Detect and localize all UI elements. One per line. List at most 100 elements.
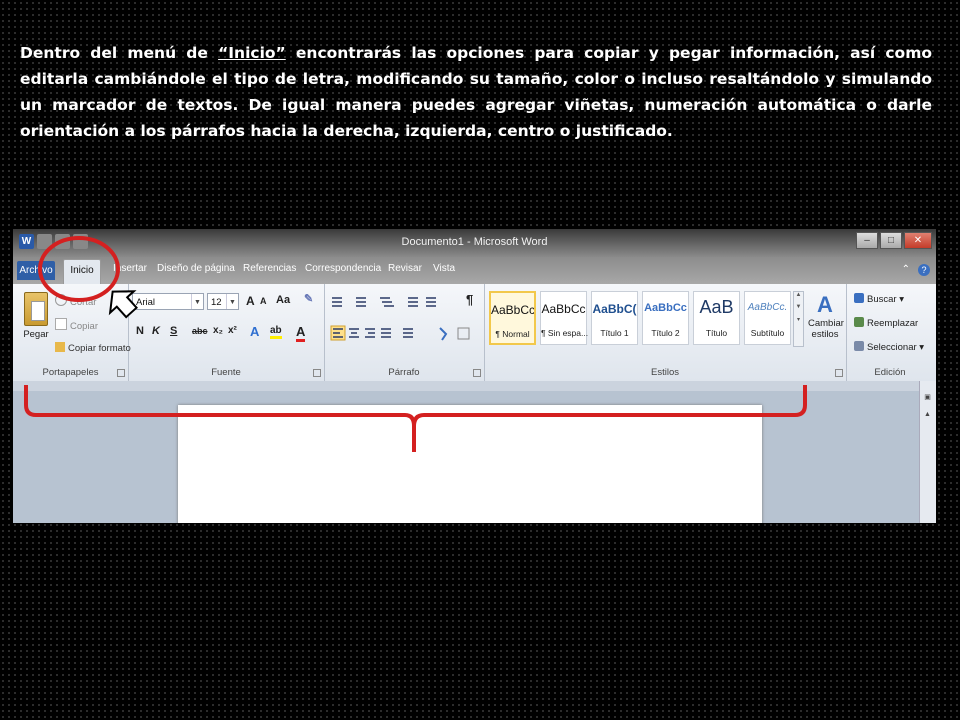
group-label-fuente: Fuente	[211, 367, 241, 378]
help-icon[interactable]: ?	[918, 264, 930, 276]
find-label: Buscar	[867, 294, 897, 305]
grow-font-button[interactable]: A	[246, 294, 255, 308]
style-sample: AaBbCc	[644, 302, 687, 314]
style-sample: AaBbCc	[541, 302, 586, 316]
minimize-button[interactable]: –	[856, 232, 878, 249]
chevron-down-icon: ▼	[226, 294, 238, 309]
highlight-button[interactable]: ab	[270, 325, 282, 339]
font-color-button[interactable]: A	[296, 324, 306, 342]
dialog-launcher-icon[interactable]	[473, 369, 481, 377]
group-portapapeles: Pegar Cortar Copiar Copiar formato Porta…	[13, 284, 131, 381]
style-sin-espaciado[interactable]: AaBbCc ¶ Sin espa...	[540, 291, 589, 345]
group-label-portapapeles: Portapapeles	[42, 367, 99, 378]
find-button[interactable]: Buscar ▾	[854, 293, 904, 305]
tab-diseno-pagina[interactable]: Diseño de página	[157, 263, 235, 274]
style-name: ¶ Sin espa...	[541, 328, 589, 338]
show-marks-button[interactable]: ¶	[466, 292, 473, 307]
document-page[interactable]	[178, 405, 762, 523]
paste-label: Pegar	[23, 329, 49, 340]
tab-inicio[interactable]: Inicio	[63, 259, 101, 285]
bold-button[interactable]: N	[136, 325, 144, 337]
paste-button[interactable]: Pegar	[21, 292, 51, 340]
copy-button[interactable]: Copiar	[55, 318, 98, 332]
intro-text-start: Dentro del menú de	[20, 44, 219, 62]
style-subtitulo[interactable]: AaBbCc. Subtítulo	[744, 291, 791, 345]
clear-format-icon[interactable]: ✎	[304, 292, 313, 305]
window-controls: – □ ✕	[856, 232, 932, 249]
collapse-ribbon-icon[interactable]: ⌃	[902, 264, 910, 276]
dialog-launcher-icon[interactable]	[835, 369, 843, 377]
group-estilos: AaBbCc ¶ Normal AaBbCc ¶ Sin espa... AaBbC…	[484, 284, 847, 381]
group-label-parrafo: Párrafo	[388, 367, 420, 378]
italic-button[interactable]: K	[152, 325, 160, 337]
style-sample: AaBbC(	[592, 302, 637, 316]
superscript-button[interactable]: x²	[228, 325, 237, 336]
close-button[interactable]: ✕	[904, 232, 932, 249]
ribbon-inicio: Pegar Cortar Copiar Copiar formato Porta…	[13, 284, 936, 382]
group-label-estilos: Estilos	[651, 367, 679, 378]
style-sample: AaB	[699, 297, 734, 317]
tab-referencias[interactable]: Referencias	[243, 263, 296, 274]
scissors-icon	[55, 294, 67, 306]
underline-button[interactable]: S	[170, 325, 177, 337]
ribbon-tabs: Archivo Inicio Insertar Diseño de página…	[13, 257, 936, 285]
tab-insertar[interactable]: Insertar	[113, 263, 147, 274]
title-bar: W Documento1 - Microsoft Word – □ ✕	[13, 229, 936, 257]
word-screenshot: W Documento1 - Microsoft Word – □ ✕ Arch…	[13, 229, 936, 523]
maximize-button[interactable]: □	[880, 232, 902, 249]
format-painter-label: Copiar formato	[68, 343, 131, 354]
dialog-launcher-icon[interactable]	[117, 369, 125, 377]
change-styles-icon: A	[817, 292, 833, 317]
change-styles-button[interactable]: A Cambiar estilos	[808, 292, 844, 340]
tab-correspondencia[interactable]: Correspondencia	[305, 263, 381, 274]
style-titulo[interactable]: AaB Título	[693, 291, 740, 345]
paragraph-tools-icon[interactable]	[328, 292, 478, 344]
font-size-select[interactable]: 12 ▼	[207, 293, 239, 310]
font-name-value: Arial	[136, 297, 156, 308]
tab-archivo[interactable]: Archivo	[17, 261, 55, 280]
replace-button[interactable]: Reemplazar	[854, 317, 918, 329]
subscript-button[interactable]: x₂	[213, 325, 223, 336]
ruler-toggle-icon[interactable]: ▣	[922, 393, 933, 404]
intro-paragraph: Dentro del menú de “Inicio” encontrarás …	[20, 40, 932, 144]
font-size-value: 12	[211, 297, 222, 308]
ruler	[13, 381, 936, 391]
dialog-launcher-icon[interactable]	[313, 369, 321, 377]
change-styles-label-2: estilos	[811, 329, 839, 340]
style-titulo-2[interactable]: AaBbCc Título 2	[642, 291, 689, 345]
strikethrough-button[interactable]: abc	[192, 326, 208, 336]
intro-highlight-inicio: “Inicio”	[218, 44, 286, 62]
style-sample: AaBbCc	[491, 303, 534, 317]
group-parrafo: ¶ Párrafo	[324, 284, 485, 381]
select-button[interactable]: Seleccionar ▾	[854, 341, 924, 353]
cut-button[interactable]: Cortar	[55, 294, 96, 308]
change-styles-label: Cambiar	[808, 318, 844, 329]
change-case-button[interactable]: Aa	[276, 294, 290, 306]
shrink-font-button[interactable]: A	[260, 296, 267, 306]
style-name: ¶ Normal	[495, 329, 530, 339]
style-normal[interactable]: AaBbCc ¶ Normal	[489, 291, 536, 345]
styles-scroll[interactable]: ▲ ▼ ▾	[793, 291, 804, 347]
text-effects-button[interactable]: A	[250, 324, 259, 339]
scroll-up-icon[interactable]: ▲	[922, 411, 933, 422]
group-fuente: Arial ▼ 12 ▼ A A Aa ✎ N K S abc x₂ x² A ab…	[128, 284, 325, 381]
document-area: ▣ ▲	[13, 381, 936, 523]
group-label-edicion: Edición	[874, 367, 906, 378]
format-painter-button[interactable]: Copiar formato	[55, 342, 131, 354]
window-title: Documento1 - Microsoft Word	[401, 236, 548, 248]
style-titulo-1[interactable]: AaBbC( Título 1	[591, 291, 638, 345]
style-name: Título 1	[600, 328, 629, 338]
select-icon	[854, 341, 864, 351]
tab-revisar[interactable]: Revisar	[388, 263, 422, 274]
style-name: Subtítulo	[750, 328, 785, 338]
style-name: Título 2	[651, 328, 680, 338]
tab-vista[interactable]: Vista	[433, 263, 455, 274]
copy-icon	[55, 318, 67, 330]
font-name-select[interactable]: Arial ▼	[132, 293, 204, 310]
select-label: Seleccionar	[867, 342, 917, 353]
vertical-scrollbar[interactable]: ▣ ▲	[919, 381, 936, 523]
replace-label: Reemplazar	[867, 318, 919, 329]
binoculars-icon	[854, 293, 864, 303]
replace-icon	[854, 317, 864, 327]
chevron-down-icon: ▼	[191, 294, 203, 309]
